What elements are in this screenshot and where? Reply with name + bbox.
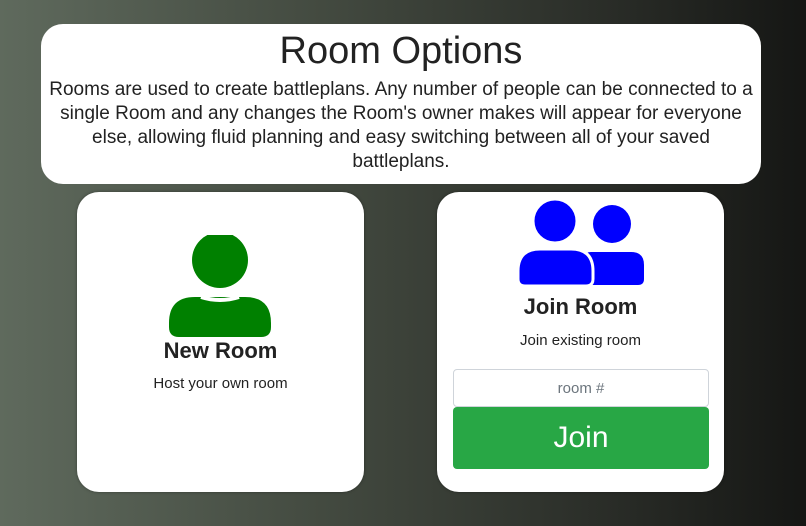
join-room-card: Join Room Join existing room Join bbox=[437, 192, 724, 492]
join-room-subtitle: Join existing room bbox=[520, 332, 641, 349]
new-room-title: New Room bbox=[163, 338, 278, 363]
join-button[interactable]: Join bbox=[453, 407, 709, 469]
room-number-input[interactable] bbox=[453, 369, 709, 407]
page-title: Room Options bbox=[279, 30, 523, 72]
users-icon bbox=[516, 199, 644, 287]
room-options-header: Room Options Rooms are used to create ba… bbox=[41, 24, 761, 184]
new-room-subtitle: Host your own room bbox=[153, 375, 288, 392]
new-room-card[interactable]: New Room Host your own room bbox=[77, 192, 364, 492]
join-room-title: Join Room bbox=[523, 294, 638, 319]
user-icon bbox=[169, 235, 271, 337]
room-description: Rooms are used to create battleplans. An… bbox=[49, 79, 753, 172]
